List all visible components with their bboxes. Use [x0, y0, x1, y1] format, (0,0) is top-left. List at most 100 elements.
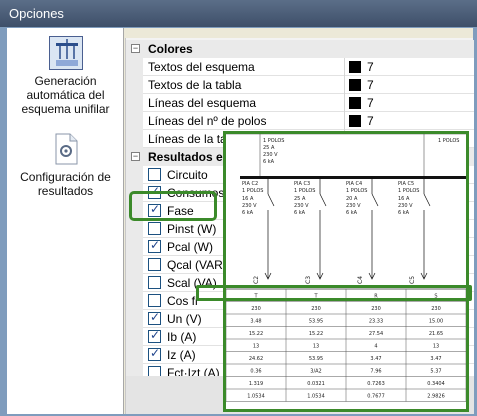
table-cell: 15.00 — [429, 319, 443, 325]
breaker-ka: 6 kA — [346, 210, 358, 216]
table-cell: 1.0534 — [307, 394, 325, 400]
breaker-amps: 16 A — [398, 196, 410, 202]
table-cell: 7.96 — [370, 369, 381, 375]
result-name: Pcal (W) — [167, 240, 213, 254]
header-amps-text: 25 A — [263, 145, 275, 151]
table-cell: 23.33 — [369, 319, 383, 325]
breaker-ka: 6 kA — [242, 210, 254, 216]
breaker-amps: 25 A — [294, 196, 306, 202]
schema-icon — [48, 36, 83, 70]
result-checkbox[interactable] — [148, 310, 161, 325]
color-row[interactable]: Textos de la tabla 7 — [126, 76, 474, 94]
property-value: 7 — [367, 114, 374, 128]
breaker-amps: 16 A — [242, 196, 254, 202]
result-name: Ib (A) — [167, 330, 197, 344]
table-cell: 4 — [374, 344, 377, 350]
category-label: Resultados en — [148, 150, 231, 164]
table-cell: 15.22 — [249, 331, 263, 337]
collapse-toggle[interactable]: − — [131, 152, 140, 161]
property-name: Líneas del esquema — [148, 96, 257, 110]
result-checkbox[interactable] — [148, 276, 161, 289]
table-cell: 27.54 — [369, 331, 383, 337]
circuit-label: C4 — [357, 276, 364, 284]
header-ka-text: 6 kA — [263, 159, 275, 165]
breaker-feeder: PIA C41 POLOS 20 A230 V6 kA C4 — [346, 179, 379, 284]
result-checkbox[interactable] — [148, 168, 161, 181]
breaker-feeder: PIA C21 POLOS 16 A230 V6 kA C2 — [242, 179, 275, 284]
color-swatch[interactable] — [349, 115, 361, 127]
table-cell: 3/A2 — [310, 369, 321, 375]
header-volts-text: 230 V — [263, 152, 278, 158]
color-swatch[interactable] — [349, 79, 361, 91]
table-cell: 3.48 — [250, 319, 261, 325]
nav-item-esquema-unifilar[interactable]: Generación automática del esquema unifil… — [7, 36, 124, 116]
breaker-ka: 6 kA — [294, 210, 306, 216]
color-swatch[interactable] — [349, 97, 361, 109]
property-name: Textos de la tabla — [148, 78, 242, 92]
breaker-pia: PIA C2 — [242, 181, 258, 187]
property-name: Textos del esquema — [148, 60, 255, 74]
table-cell: 3.47 — [430, 356, 441, 362]
breaker-volts: 230 V — [242, 203, 257, 209]
table-cell: 0.7263 — [367, 381, 385, 387]
collapse-toggle[interactable]: − — [131, 44, 140, 53]
schema-preview-drawing: 1 POLOS 25 A 230 V 6 kA 1 POLOS PIA C21 … — [226, 134, 466, 402]
result-checkbox[interactable] — [148, 258, 161, 271]
circuit-label: C2 — [253, 276, 260, 284]
result-checkbox[interactable] — [148, 222, 161, 235]
result-checkbox[interactable] — [148, 238, 161, 253]
breaker-amps: 20 A — [346, 196, 358, 202]
header-poles-text: 1 POLOS — [263, 138, 284, 144]
table-cell: 2.9826 — [427, 394, 445, 400]
color-swatch[interactable] — [349, 61, 361, 73]
table-cell: 230 — [311, 306, 321, 312]
table-cell: 0.3404 — [427, 381, 445, 387]
property-value: 7 — [367, 96, 374, 110]
table-cell: 0.0321 — [307, 381, 325, 387]
breaker-poles: 1 POLOS — [346, 188, 367, 194]
breaker-pia: PIA C5 — [398, 181, 414, 187]
circuit-label: C3 — [305, 276, 312, 284]
table-cell: 13 — [253, 344, 259, 350]
color-row[interactable]: Textos del esquema 7 — [126, 58, 474, 76]
category-label: Colores — [148, 42, 193, 56]
result-checkbox[interactable] — [148, 328, 161, 343]
breaker-poles: 1 POLOS — [294, 188, 315, 194]
result-name: Qcal (VAR) — [167, 258, 227, 272]
window-title: Opciones — [9, 6, 64, 21]
table-cell: 230 — [431, 306, 441, 312]
breaker-volts: 230 V — [294, 203, 309, 209]
table-cell: 13 — [313, 344, 319, 350]
breaker-pia: PIA C3 — [294, 181, 310, 187]
breaker-feeder: PIA C51 POLOS 16 A230 V6 kA C5 — [398, 179, 431, 284]
result-name: Un (V) — [167, 312, 202, 326]
table-cell: 0.7677 — [367, 394, 385, 400]
result-name: Iz (A) — [167, 348, 196, 362]
breaker-volts: 230 V — [398, 203, 413, 209]
breaker-volts: 230 V — [346, 203, 361, 209]
table-cell: 5.37 — [430, 369, 441, 375]
busbar — [240, 176, 466, 179]
schema-preview: 1 POLOS 25 A 230 V 6 kA 1 POLOS PIA C2 1 … — [223, 131, 469, 412]
result-checkbox[interactable] — [148, 294, 161, 307]
phase-row-highlight — [196, 285, 472, 301]
nav-item-label: Generación automática del esquema unifil… — [21, 74, 110, 116]
property-value: 7 — [367, 78, 374, 92]
color-row[interactable]: Líneas del esquema 7 — [126, 94, 474, 112]
title-bar: Opciones — [0, 0, 477, 27]
table-cell: 1.319 — [249, 381, 263, 387]
table-cell: 15.22 — [309, 331, 323, 337]
property-name: Líneas del nº de polos — [148, 114, 267, 128]
breaker-feeder: PIA C31 POLOS 25 A230 V6 kA C3 — [294, 179, 327, 284]
circuit-label: C5 — [409, 276, 416, 284]
color-row[interactable]: Líneas del nº de polos 7 — [126, 112, 474, 130]
breaker-pia: PIA C4 — [346, 181, 362, 187]
property-value: 7 — [367, 60, 374, 74]
breaker-poles: 1 POLOS — [242, 188, 263, 194]
result-name: Circuito — [167, 168, 208, 182]
table-cell: 230 — [371, 306, 381, 312]
category-colores: − Colores — [126, 40, 474, 58]
result-checkbox[interactable] — [148, 346, 161, 361]
nav-item-configuracion-resultados[interactable]: Configuración de resultados — [7, 132, 124, 198]
table-cell: 230 — [251, 306, 261, 312]
